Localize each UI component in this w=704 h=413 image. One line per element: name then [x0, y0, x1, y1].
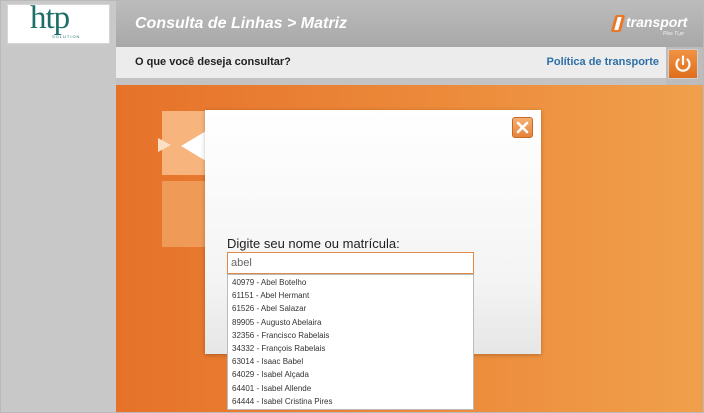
logo-area: htp SOLUTION — [1, 1, 116, 47]
menu-tile — [162, 181, 206, 247]
logo-text: htp — [30, 0, 70, 36]
name-search-input[interactable] — [227, 252, 474, 274]
search-prompt: Digite seu nome ou matrícula: — [227, 236, 400, 251]
brand-text: transport — [626, 14, 688, 30]
suggestion-item[interactable]: 61526 - Abel Salazar — [228, 302, 473, 315]
suggestion-item[interactable]: 64401 - Isabel Allende — [228, 382, 473, 395]
modal-pointer — [181, 131, 206, 161]
close-button[interactable] — [512, 117, 533, 138]
suggestion-item[interactable]: 61151 - Abel Hermant — [228, 289, 473, 302]
tile-arrow-icon — [158, 138, 171, 152]
itransport-logo: transport Plus Ti.pr — [610, 12, 697, 40]
subbar-left-spacer — [1, 47, 116, 85]
suggestion-item[interactable]: 63014 - Isaac Babel — [228, 355, 473, 368]
transport-policy-link[interactable]: Política de transporte — [547, 56, 659, 68]
left-strip — [1, 85, 116, 412]
app-window: htp SOLUTION Consulta de Linhas > Matriz… — [0, 0, 704, 413]
divider — [116, 78, 666, 85]
suggestion-item[interactable]: 34332 - François Rabelais — [228, 342, 473, 355]
htp-logo: htp SOLUTION — [7, 1, 110, 44]
logo-subtext: SOLUTION — [52, 34, 81, 39]
autocomplete-list: 40979 - Abel Botelho 61151 - Abel Herman… — [227, 274, 474, 410]
suggestion-item[interactable]: 40979 - Abel Botelho — [228, 276, 473, 289]
brand-tagline: Plus Ti.pr — [663, 31, 685, 37]
header-bar: Consulta de Linhas > Matriz transport Pl… — [116, 1, 703, 47]
suggestion-item[interactable]: 32356 - Francisco Rabelais — [228, 329, 473, 342]
close-icon — [516, 121, 529, 134]
page-title: Consulta de Linhas > Matriz — [135, 15, 348, 32]
query-bar: O que você deseja consultar? Política de… — [116, 47, 666, 78]
suggestion-item[interactable]: 89905 - Augusto Abelaira — [228, 316, 473, 329]
suggestion-item[interactable]: 64444 - Isabel Cristina Pires — [228, 395, 473, 408]
power-button[interactable] — [668, 49, 698, 79]
suggestion-item[interactable]: 64029 - Isabel Alçada — [228, 368, 473, 381]
brand-mark-icon — [610, 15, 626, 32]
power-icon — [675, 55, 691, 72]
query-question: O que você deseja consultar? — [135, 56, 291, 68]
